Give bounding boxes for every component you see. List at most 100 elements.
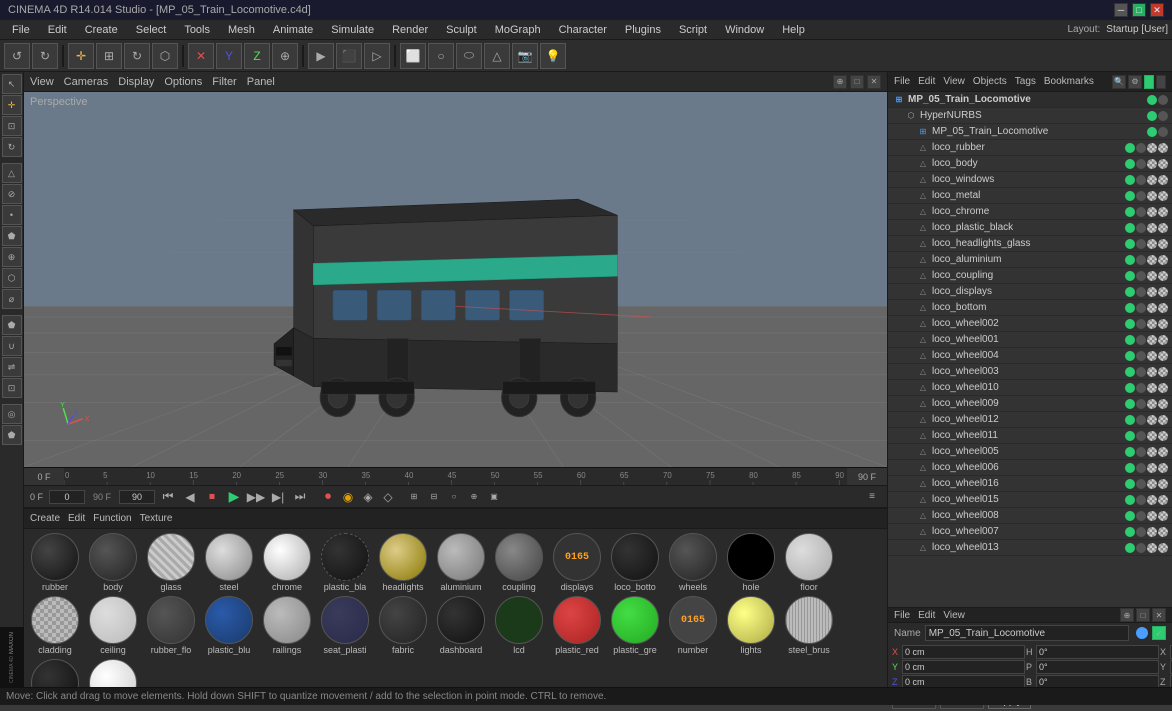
obj-row-loco-bottom[interactable]: △ loco_bottom — [888, 300, 1172, 316]
tool-rotate[interactable]: ↻ — [2, 137, 22, 157]
pb-icon5[interactable]: ▣ — [485, 488, 503, 506]
menu-file[interactable]: File — [4, 22, 38, 38]
menu-animate[interactable]: Animate — [265, 22, 321, 38]
viewport-icon-1[interactable]: ⊕ — [833, 75, 847, 89]
pb-icon4[interactable]: ⊕ — [465, 488, 483, 506]
obj-row-loco-coupling[interactable]: △ loco_coupling — [888, 268, 1172, 284]
obj-row-w011[interactable]: △ loco_wheel011 — [888, 428, 1172, 444]
mat-rubber-floor[interactable]: rubber_flo — [144, 596, 198, 655]
mat-cladding[interactable]: cladding — [28, 596, 82, 655]
mat-floor[interactable]: floor — [782, 533, 836, 592]
toolbar-rotate[interactable]: ↻ — [124, 43, 150, 69]
toolbar-scale[interactable]: ⊞ — [96, 43, 122, 69]
toolbar-sphere[interactable]: ○ — [428, 43, 454, 69]
tool-weld[interactable]: ⊡ — [2, 378, 22, 398]
obj-row-w001[interactable]: △ loco_wheel001 — [888, 332, 1172, 348]
obj-row-w005[interactable]: △ loco_wheel005 — [888, 444, 1172, 460]
toolbar-cam[interactable]: 📷 — [512, 43, 538, 69]
obj-row-loco-alum[interactable]: △ loco_aluminium — [888, 252, 1172, 268]
toolbar-cyl[interactable]: ⬭ — [456, 43, 482, 69]
playback-stop[interactable]: ⏹ — [203, 488, 221, 506]
obj-row-loco-displays[interactable]: △ loco_displays — [888, 284, 1172, 300]
viewport-menu-options[interactable]: Options — [164, 76, 202, 88]
mat-plastic-red[interactable]: plastic_red — [550, 596, 604, 655]
playback-goto-start[interactable]: ⏮ — [159, 488, 177, 506]
obj-row-w015[interactable]: △ loco_wheel015 — [888, 492, 1172, 508]
obj-row-mp05[interactable]: ⊞ MP_05_Train_Locomotive — [888, 124, 1172, 140]
menu-sculpt[interactable]: Sculpt — [438, 22, 485, 38]
3d-viewport[interactable]: X Y Z Perspective — [24, 92, 887, 467]
obj-row-loco-hg[interactable]: △ loco_headlights_glass — [888, 236, 1172, 252]
mat-rubber[interactable]: rubber — [28, 533, 82, 592]
toolbar-arr[interactable]: △ — [484, 43, 510, 69]
tool-mirror[interactable]: ⇌ — [2, 357, 22, 377]
tool-point[interactable]: • — [2, 205, 22, 225]
layout-value[interactable]: Startup [User] — [1106, 24, 1168, 35]
menu-help[interactable]: Help — [774, 22, 813, 38]
mat-body[interactable]: body — [86, 533, 140, 592]
mat-aluminium[interactable]: aluminium — [434, 533, 488, 592]
mat-menu-edit[interactable]: Edit — [68, 513, 85, 524]
maximize-btn[interactable]: □ — [1132, 3, 1146, 17]
mat-glass[interactable]: glass — [144, 533, 198, 592]
obj-row-loco-metal[interactable]: △ loco_metal — [888, 188, 1172, 204]
mat-plastic-blue[interactable]: plastic_blu — [202, 596, 256, 655]
menu-simulate[interactable]: Simulate — [323, 22, 382, 38]
tool-poly[interactable]: △ — [2, 163, 22, 183]
obj-row-w012[interactable]: △ loco_wheel012 — [888, 412, 1172, 428]
toolbar-play[interactable]: ▷ — [364, 43, 390, 69]
toolbar-obj[interactable]: ⬡ — [152, 43, 178, 69]
viewport-menu-filter[interactable]: Filter — [212, 76, 236, 88]
obj-settings-icon[interactable]: ⚙ — [1128, 75, 1142, 89]
playback-end-input[interactable] — [119, 490, 155, 504]
toolbar-rec[interactable]: ⬛ — [336, 43, 362, 69]
menu-mesh[interactable]: Mesh — [220, 22, 263, 38]
close-btn[interactable]: ✕ — [1150, 3, 1164, 17]
del-key-btn[interactable]: ◇ — [379, 488, 397, 506]
obj-header-bookmarks[interactable]: Bookmarks — [1044, 76, 1094, 87]
toolbar-redo[interactable]: ↻ — [32, 43, 58, 69]
minimize-btn[interactable]: ─ — [1114, 3, 1128, 17]
toolbar-x[interactable]: ✕ — [188, 43, 214, 69]
mat-fabric[interactable]: fabric — [376, 596, 430, 655]
obj-row-w009[interactable]: △ loco_wheel009 — [888, 396, 1172, 412]
menu-create[interactable]: Create — [77, 22, 126, 38]
toolbar-world[interactable]: ⊕ — [272, 43, 298, 69]
obj-header-view[interactable]: View — [943, 76, 965, 87]
mat-plastic-green[interactable]: plastic_gre — [608, 596, 662, 655]
viewport-icon-2[interactable]: □ — [850, 75, 864, 89]
viewport-icon-3[interactable]: ✕ — [867, 75, 881, 89]
timeline-ruler[interactable]: 0 F — [24, 467, 887, 485]
obj-header-edit[interactable]: Edit — [918, 76, 935, 87]
tool-brush[interactable]: ⬟ — [2, 226, 22, 246]
toolbar-undo[interactable]: ↺ — [4, 43, 30, 69]
mat-seat-plastic[interactable]: seat_plasti — [318, 596, 372, 655]
mat-loco-bottom[interactable]: loco_botto — [608, 533, 662, 592]
obj-header-tags[interactable]: Tags — [1015, 76, 1036, 87]
playback-play[interactable]: ▶ — [225, 488, 243, 506]
playback-frame-input[interactable] — [49, 490, 85, 504]
menu-window[interactable]: Window — [717, 22, 772, 38]
obj-search-icon[interactable]: 🔍 — [1112, 75, 1126, 89]
tool-extrude[interactable]: ⬡ — [2, 268, 22, 288]
obj-row-w013[interactable]: △ loco_wheel013 — [888, 540, 1172, 556]
menu-tools[interactable]: Tools — [176, 22, 218, 38]
menu-script[interactable]: Script — [671, 22, 715, 38]
obj-row-root[interactable]: ⊞ MP_05_Train_Locomotive — [888, 92, 1172, 108]
obj-row-w006[interactable]: △ loco_wheel006 — [888, 460, 1172, 476]
tool-magnet[interactable]: ∪ — [2, 336, 22, 356]
viewport-menu-display[interactable]: Display — [118, 76, 154, 88]
menu-mograph[interactable]: MoGraph — [487, 22, 549, 38]
auto-key-btn[interactable]: ◉ — [339, 488, 357, 506]
mat-number[interactable]: 0165 number — [666, 596, 720, 655]
tool-select[interactable]: ↖ — [2, 74, 22, 94]
obj-header-file[interactable]: File — [894, 76, 910, 87]
prop-x-val[interactable] — [902, 645, 1025, 659]
mat-roof[interactable]: roof — [28, 659, 82, 687]
prop-tab-view[interactable]: View — [943, 610, 965, 621]
obj-row-w003[interactable]: △ loco_wheel003 — [888, 364, 1172, 380]
tool-paint[interactable]: ⬟ — [2, 315, 22, 335]
toolbar-z[interactable]: Z — [244, 43, 270, 69]
prop-icon1[interactable]: ⊕ — [1120, 608, 1134, 622]
pb-icon3[interactable]: ○ — [445, 488, 463, 506]
